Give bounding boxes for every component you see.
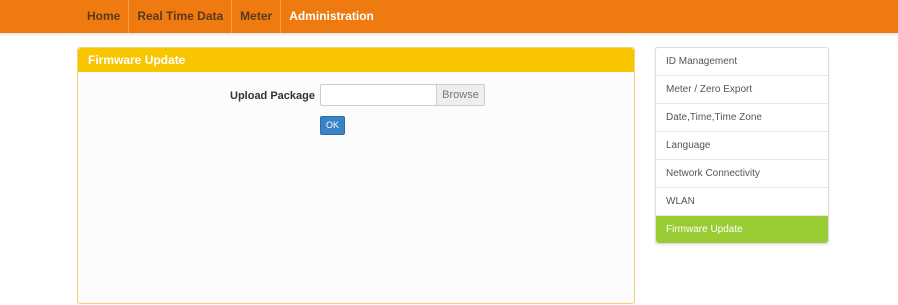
- nav-administration[interactable]: Administration: [281, 0, 382, 33]
- sidebar-item-wlan[interactable]: WLAN: [656, 188, 828, 216]
- sidebar-item-meter-zero-export[interactable]: Meter / Zero Export: [656, 76, 828, 104]
- nav-home[interactable]: Home: [79, 0, 130, 33]
- sidebar-item-network-connectivity[interactable]: Network Connectivity: [656, 160, 828, 188]
- nav-meter[interactable]: Meter: [232, 0, 282, 33]
- ok-button[interactable]: OK: [320, 116, 345, 135]
- upload-package-label: Upload Package: [230, 90, 315, 102]
- sidebar-item-id-management[interactable]: ID Management: [656, 48, 828, 76]
- sidebar-item-date-time[interactable]: Date,Time,Time Zone: [656, 104, 828, 132]
- admin-sidebar: ID Management Meter / Zero Export Date,T…: [655, 47, 829, 244]
- main-nav: Home Real Time Data Meter Administration: [79, 0, 382, 33]
- firmware-update-panel: Firmware Update Upload Package Browse OK: [77, 47, 635, 304]
- panel-title: Firmware Update: [78, 48, 634, 72]
- sidebar-item-language[interactable]: Language: [656, 132, 828, 160]
- nav-real-time-data[interactable]: Real Time Data: [129, 0, 233, 33]
- browse-button[interactable]: Browse: [436, 84, 485, 106]
- file-path-input[interactable]: [320, 84, 437, 106]
- top-nav-bar: Home Real Time Data Meter Administration: [0, 0, 898, 33]
- sidebar-item-firmware-update[interactable]: Firmware Update: [656, 216, 828, 243]
